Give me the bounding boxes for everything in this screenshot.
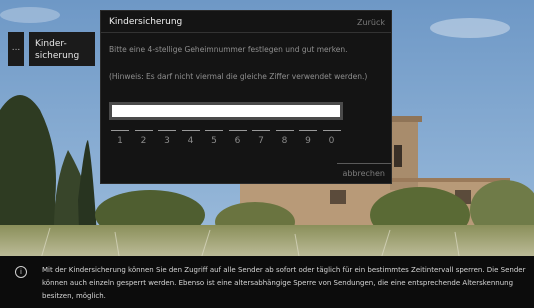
info-icon: i <box>15 266 27 278</box>
digit-8[interactable]: 8 <box>275 130 294 146</box>
back-button[interactable]: Zurück <box>357 18 385 27</box>
pin-input-field[interactable] <box>109 102 343 120</box>
breadcrumb-current-item[interactable]: Kinder- sicherung <box>29 32 95 66</box>
digit-6[interactable]: 6 <box>228 130 247 146</box>
info-text: Mit der Kindersicherung können Sie den Z… <box>42 266 526 300</box>
breadcrumb-prev-item[interactable]: ... <box>8 32 24 66</box>
cancel-button[interactable]: abbrechen <box>337 163 391 183</box>
digit-9[interactable]: 9 <box>299 130 317 146</box>
dialog-hint: (Hinweis: Es darf nicht viermal die glei… <box>109 72 368 81</box>
digit-3[interactable]: 3 <box>158 130 176 146</box>
digit-4[interactable]: 4 <box>181 130 200 146</box>
info-bar: i Mit der Kindersicherung können Sie den… <box>0 256 534 308</box>
digit-1[interactable]: 1 <box>111 130 129 146</box>
pin-setup-dialog: Kindersicherung Zurück Bitte eine 4-stel… <box>100 10 392 184</box>
dialog-divider <box>101 32 391 33</box>
digit-5[interactable]: 5 <box>205 130 223 146</box>
dialog-title: Kindersicherung <box>109 17 183 27</box>
digit-0[interactable]: 0 <box>322 130 341 146</box>
digit-7[interactable]: 7 <box>252 130 270 146</box>
digit-keypad: 1234567890 <box>111 130 343 150</box>
digit-2[interactable]: 2 <box>134 130 153 146</box>
dialog-message: Bitte eine 4-stellige Geheimnummer festl… <box>109 45 348 54</box>
